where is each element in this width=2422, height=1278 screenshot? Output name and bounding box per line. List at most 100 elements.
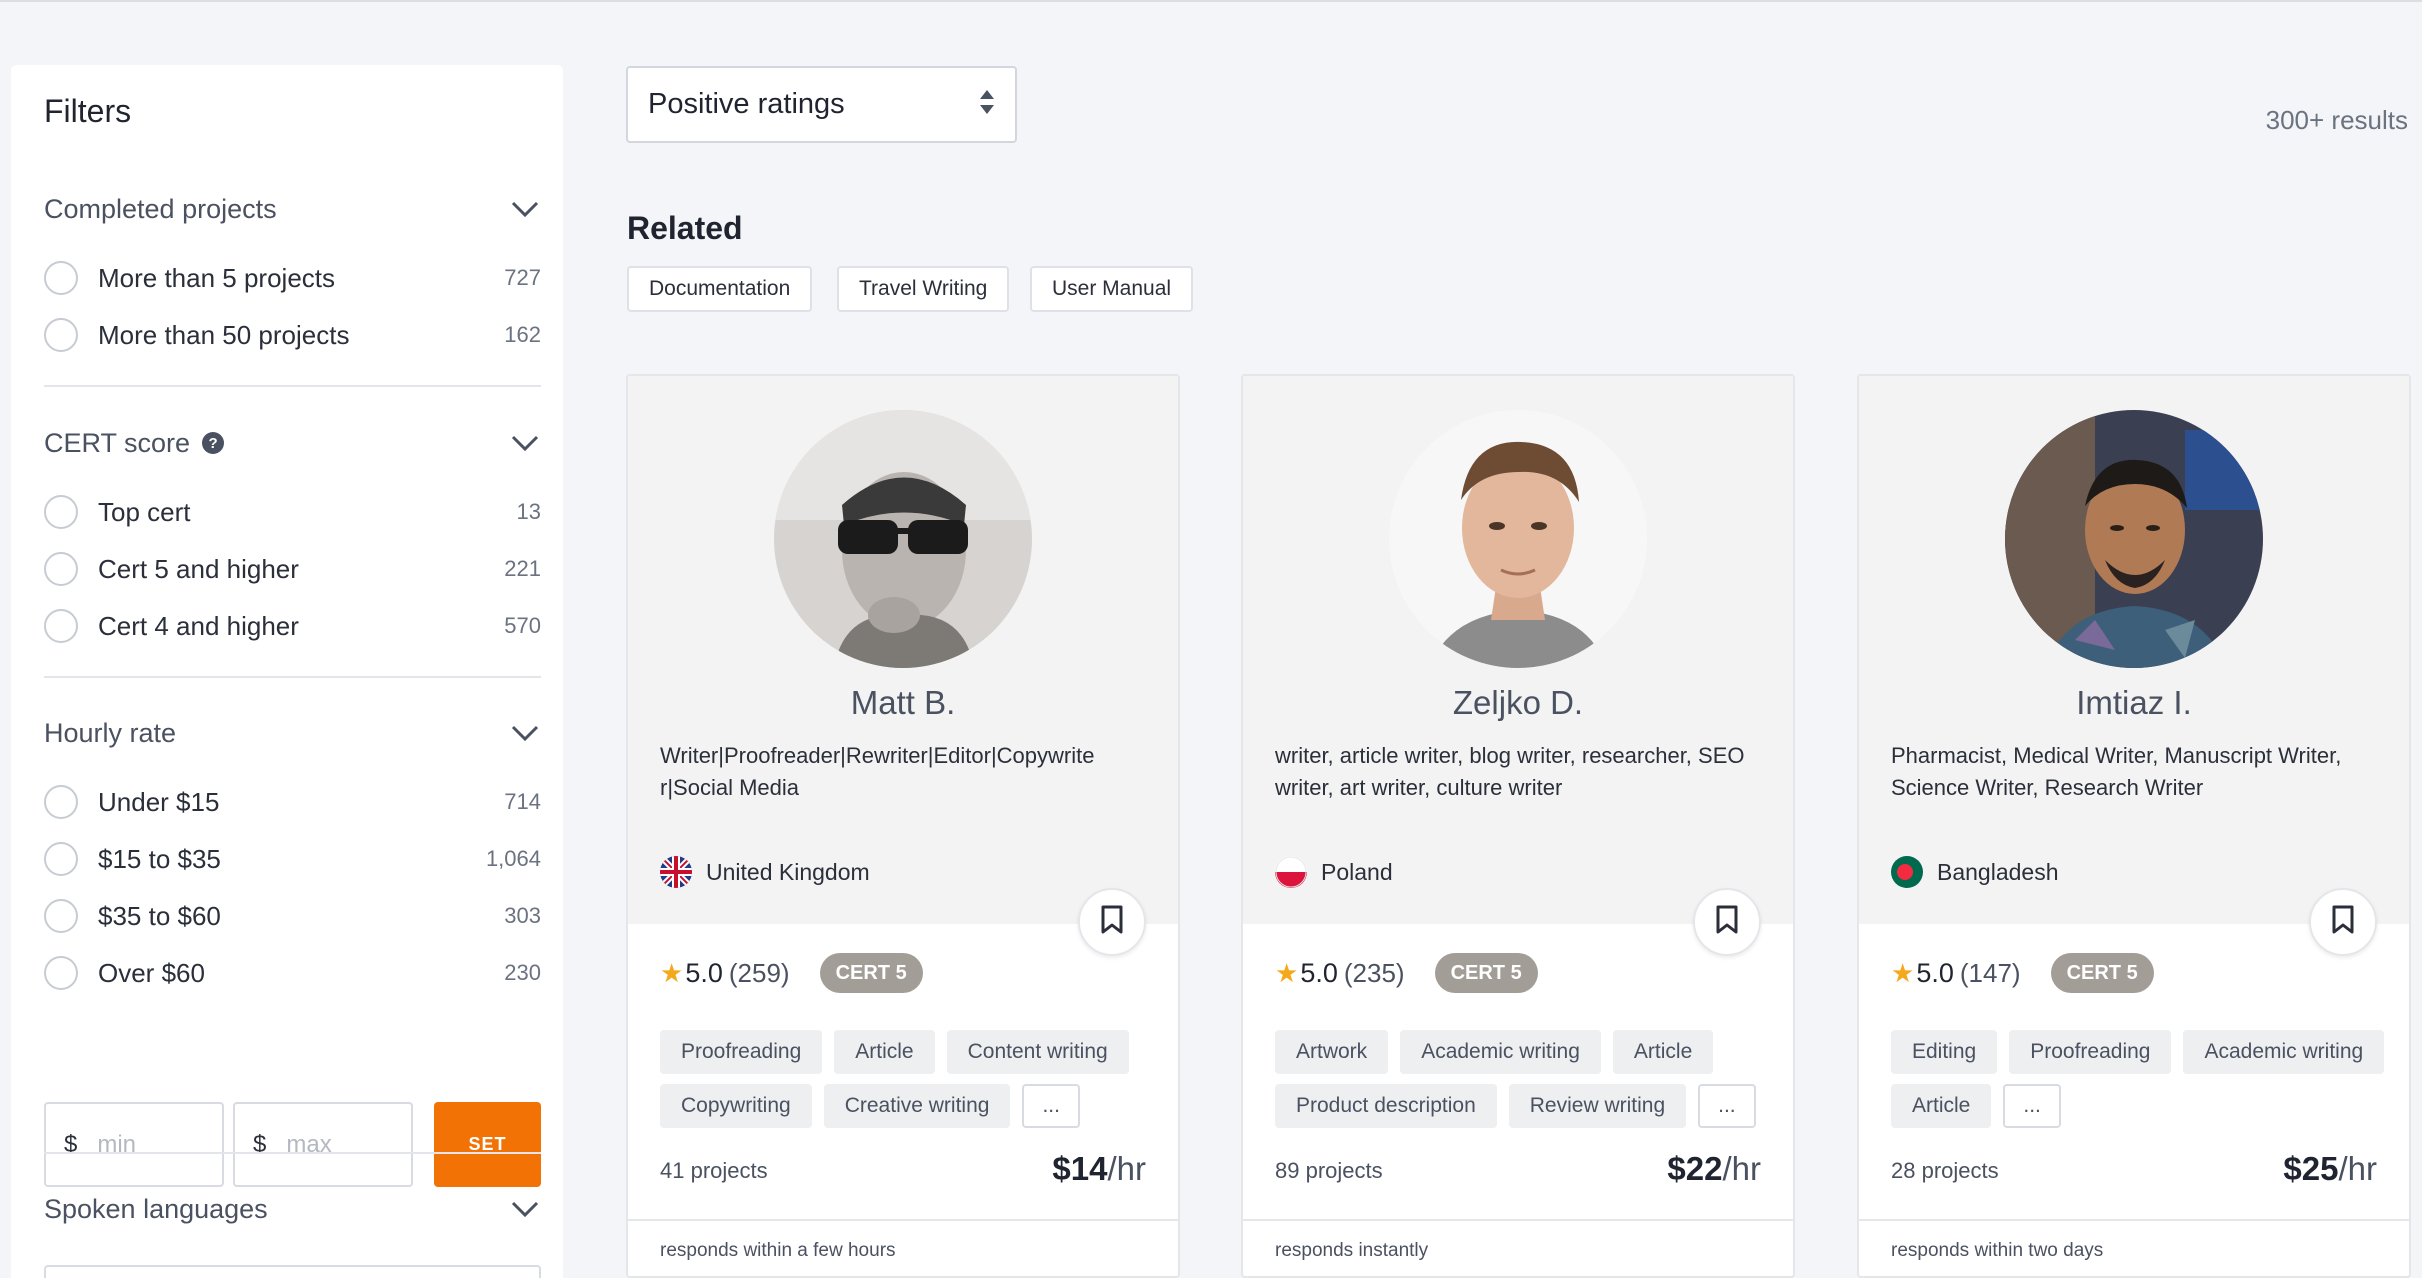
bookmark-button[interactable] bbox=[1693, 888, 1761, 956]
chevron-down-icon[interactable] bbox=[509, 193, 541, 225]
radio-button[interactable] bbox=[44, 552, 78, 586]
option-label: Cert 5 and higher bbox=[98, 553, 299, 584]
min-rate-input[interactable] bbox=[97, 1130, 198, 1159]
skill-tag[interactable]: Content writing bbox=[946, 1030, 1129, 1074]
related-tag-documentation[interactable]: Documentation bbox=[627, 266, 813, 312]
star-icon: ★ bbox=[660, 957, 684, 988]
option-label: Top cert bbox=[98, 496, 191, 527]
filter-option-more-than-5[interactable]: More than 5 projects 727 bbox=[44, 258, 541, 298]
radio-button[interactable] bbox=[44, 318, 78, 352]
more-skills-button[interactable]: ... bbox=[1698, 1084, 1756, 1128]
review-count: (235) bbox=[1343, 957, 1405, 988]
radio-button[interactable] bbox=[44, 261, 78, 295]
option-count: 727 bbox=[504, 265, 541, 290]
bookmark-button[interactable] bbox=[1078, 888, 1146, 956]
filters-sidebar: Filters Completed projects More than 5 p… bbox=[11, 65, 563, 1278]
related-tag-travel-writing[interactable]: Travel Writing bbox=[837, 266, 1010, 312]
related-title: Related bbox=[627, 210, 743, 246]
freelancer-name[interactable]: Zeljko D. bbox=[1243, 684, 1793, 722]
skill-tag[interactable]: Review writing bbox=[1508, 1084, 1687, 1128]
hourly-rate-header[interactable]: Hourly rate bbox=[44, 713, 541, 753]
filters-title: Filters bbox=[44, 93, 132, 129]
radio-button[interactable] bbox=[44, 842, 78, 876]
skill-tag[interactable]: Artwork bbox=[1275, 1030, 1389, 1074]
option-count: 570 bbox=[504, 613, 541, 638]
rating-value: 5.0 bbox=[685, 957, 723, 988]
avatar[interactable] bbox=[774, 410, 1032, 668]
filter-option-15-to-35[interactable]: $15 to $35 1,064 bbox=[44, 839, 541, 879]
radio-button[interactable] bbox=[44, 495, 78, 529]
option-count: 303 bbox=[504, 903, 541, 928]
skills-list: Editing Proofreading Academic writing Ar… bbox=[1891, 1030, 2391, 1128]
skill-tag[interactable]: Proofreading bbox=[2009, 1030, 2172, 1074]
bookmark-icon bbox=[2331, 905, 2355, 940]
hourly-rate-title: Hourly rate bbox=[44, 717, 177, 748]
option-count: 230 bbox=[504, 960, 541, 985]
skill-tag[interactable]: Product description bbox=[1275, 1084, 1497, 1128]
star-icon: ★ bbox=[1891, 957, 1915, 988]
option-count: 13 bbox=[516, 499, 541, 524]
min-rate-field[interactable]: $ bbox=[44, 1102, 224, 1187]
spoken-languages-header[interactable]: Spoken languages bbox=[44, 1189, 541, 1229]
sort-select[interactable]: Positive ratings bbox=[626, 66, 1017, 143]
response-time: responds within two days bbox=[1859, 1219, 2409, 1276]
chevron-down-icon[interactable] bbox=[509, 717, 541, 749]
more-skills-button[interactable]: ... bbox=[1022, 1084, 1080, 1128]
rate-unit: /hr bbox=[1722, 1150, 1761, 1187]
option-label: Under $15 bbox=[98, 786, 220, 817]
cert-score-header[interactable]: CERT score ? bbox=[44, 423, 541, 463]
chevron-down-icon[interactable] bbox=[509, 1193, 541, 1225]
freelancer-bio: Writer|Proofreader|Rewriter|Editor|Copyw… bbox=[660, 743, 1095, 800]
spoken-languages-title: Spoken languages bbox=[44, 1193, 268, 1224]
country-name: Poland bbox=[1321, 858, 1393, 885]
language-search-field[interactable] bbox=[44, 1265, 541, 1278]
freelancer-card[interactable]: Zeljko D. writer, article writer, blog w… bbox=[1241, 374, 1795, 1278]
skills-list: Proofreading Article Content writing Cop… bbox=[660, 1030, 1160, 1128]
filter-option-35-to-60[interactable]: $35 to $60 303 bbox=[44, 896, 541, 936]
max-rate-field[interactable]: $ bbox=[233, 1102, 413, 1187]
freelancer-card[interactable]: Imtiaz I. Pharmacist, Medical Writer, Ma… bbox=[1857, 374, 2411, 1278]
avatar[interactable] bbox=[1389, 410, 1647, 668]
freelancer-name[interactable]: Matt B. bbox=[628, 684, 1178, 722]
chevron-down-icon[interactable] bbox=[509, 427, 541, 459]
skill-tag[interactable]: Article bbox=[1891, 1084, 1992, 1128]
bookmark-icon bbox=[1715, 905, 1739, 940]
radio-button[interactable] bbox=[44, 609, 78, 643]
skill-tag[interactable]: Article bbox=[834, 1030, 935, 1074]
bookmark-button[interactable] bbox=[2309, 888, 2377, 956]
filter-option-under-15[interactable]: Under $15 714 bbox=[44, 782, 541, 822]
set-rate-button[interactable]: SET bbox=[434, 1102, 541, 1187]
radio-button[interactable] bbox=[44, 899, 78, 933]
more-skills-button[interactable]: ... bbox=[2003, 1084, 2061, 1128]
filter-option-more-than-50[interactable]: More than 50 projects 162 bbox=[44, 315, 541, 355]
radio-button[interactable] bbox=[44, 956, 78, 990]
rate-unit: /hr bbox=[2338, 1150, 2377, 1187]
filter-option-cert-4[interactable]: Cert 4 and higher 570 bbox=[44, 606, 541, 646]
country-name: United Kingdom bbox=[706, 858, 870, 885]
filter-option-cert-5[interactable]: Cert 5 and higher 221 bbox=[44, 549, 541, 589]
related-tag-user-manual[interactable]: User Manual bbox=[1030, 266, 1194, 312]
radio-button[interactable] bbox=[44, 785, 78, 819]
option-label: Over $60 bbox=[98, 957, 205, 988]
rating-value: 5.0 bbox=[1300, 957, 1338, 988]
max-rate-input[interactable] bbox=[286, 1130, 387, 1159]
freelancer-name[interactable]: Imtiaz I. bbox=[1859, 684, 2409, 722]
section-divider bbox=[44, 385, 541, 387]
completed-projects-header[interactable]: Completed projects bbox=[44, 189, 541, 229]
skill-tag[interactable]: Academic writing bbox=[2183, 1030, 2385, 1074]
skill-tag[interactable]: Proofreading bbox=[660, 1030, 823, 1074]
skill-tag[interactable]: Article bbox=[1612, 1030, 1714, 1074]
skill-tag[interactable]: Creative writing bbox=[823, 1084, 1011, 1128]
skill-tag[interactable]: Academic writing bbox=[1400, 1030, 1601, 1074]
project-count: 89 projects bbox=[1275, 1158, 1383, 1183]
freelancer-card[interactable]: Matt B. Writer|Proofreader|Rewriter|Edit… bbox=[626, 374, 1180, 1278]
help-icon[interactable]: ? bbox=[202, 432, 225, 454]
skill-tag[interactable]: Editing bbox=[1891, 1030, 1998, 1074]
filter-option-over-60[interactable]: Over $60 230 bbox=[44, 953, 541, 993]
filter-option-top-cert[interactable]: Top cert 13 bbox=[44, 492, 541, 532]
skill-tag[interactable]: Copywriting bbox=[660, 1084, 812, 1128]
currency-symbol: $ bbox=[253, 1130, 267, 1158]
star-icon: ★ bbox=[1275, 957, 1299, 988]
option-count: 714 bbox=[504, 789, 541, 814]
avatar[interactable] bbox=[2005, 410, 2263, 668]
